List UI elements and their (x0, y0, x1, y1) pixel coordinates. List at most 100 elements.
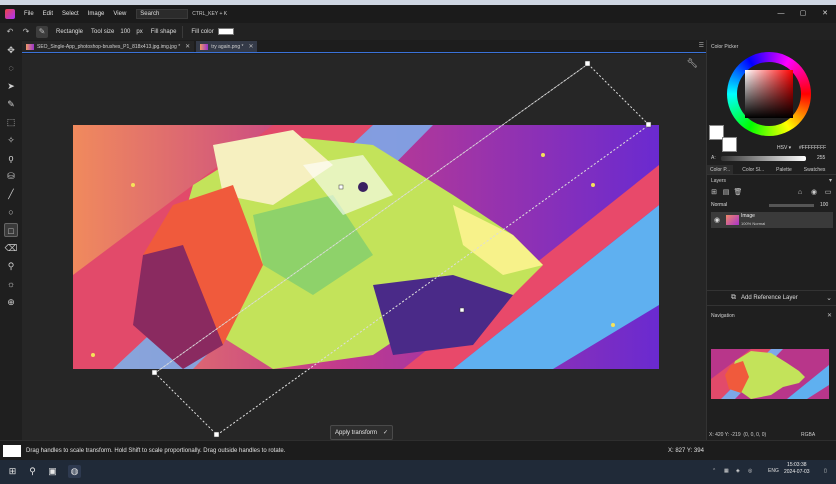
photo-app-icon[interactable]: ◍ (68, 465, 81, 478)
tray-overflow-icon[interactable]: ⌃ (712, 468, 716, 474)
rectangle-tool-icon[interactable]: □ (4, 223, 18, 237)
alpha-value[interactable]: 255 (817, 155, 825, 161)
document-tabs: SEO_Single-App_photoshop-brushes_P1_818x… (22, 40, 706, 53)
tab-color-picker[interactable]: Color P... (707, 165, 734, 174)
notification-icon[interactable]: ▯ (824, 468, 827, 474)
color-picker-title: Color Picker (711, 44, 739, 50)
tab-color-sliders[interactable]: Color Sl... (739, 165, 767, 174)
layer-thumbnail (726, 215, 739, 225)
tray-app-icon[interactable]: ◈ (736, 468, 740, 474)
navigation-preview[interactable] (711, 349, 829, 399)
close-button[interactable]: ✕ (814, 5, 836, 23)
delete-layer-icon[interactable]: 🗑︎ (733, 188, 743, 198)
add-reference-layer-button[interactable]: ⧉ Add Reference Layer ⌄ (707, 290, 836, 306)
tab-seo-image[interactable]: SEO_Single-App_photoshop-brushes_P1_818x… (22, 41, 195, 52)
blend-mode-select[interactable]: Normal (711, 202, 727, 208)
layer-name: Image (741, 213, 755, 219)
close-icon[interactable]: ✕ (248, 43, 253, 50)
menu-view[interactable]: View (113, 11, 126, 17)
file-explorer-icon[interactable]: ▣ (46, 465, 59, 478)
apply-transform-button[interactable]: Apply transform ✓ (330, 425, 394, 440)
chevron-down-icon[interactable]: ▾ (829, 177, 832, 184)
visibility-toggle-icon[interactable]: ◉ (809, 188, 819, 198)
lock-icon[interactable]: ⌂ (795, 188, 805, 198)
bucket-tool-icon[interactable]: ⛁ (4, 169, 18, 183)
chevron-down-icon[interactable]: ⌄ (826, 294, 832, 302)
zoom-tool-icon[interactable]: ⊕ (4, 295, 18, 309)
os-taskbar: ⊞ ⚲ ▣ ◍ ⌃ ▦ ◈ ◎ ENG 15:03:38 2024-07-03 … (0, 460, 836, 484)
tools-panel: ✥ ◌ ➤ ✎ ⬚ ✧ ϙ ⛁ ╱ ○ □ ⌫ ⚲ ☼ ⊕ (0, 40, 22, 440)
pencil-tool-icon[interactable]: ✎ (4, 97, 18, 111)
check-icon: ✓ (383, 430, 389, 436)
transform-handle-right[interactable] (645, 121, 652, 128)
transform-handle-mid-bottom[interactable] (459, 307, 465, 313)
menu-edit[interactable]: Edit (43, 11, 53, 17)
tray-app-icon[interactable]: ◎ (748, 468, 752, 474)
tab-swatches[interactable]: Swatches (801, 165, 829, 174)
color-panel-tabs: Color P... Color Sl... Palette Swatches (707, 165, 836, 175)
rect-select-icon[interactable]: ⬚ (4, 115, 18, 129)
transform-handle-top[interactable] (584, 60, 591, 67)
transform-handle-bottom[interactable] (213, 431, 220, 438)
language-indicator[interactable]: ENG (768, 468, 779, 474)
menu-file[interactable]: File (24, 11, 34, 17)
fill-color-swatch[interactable] (217, 28, 234, 35)
tab-try-again[interactable]: try again.png * ✕ (196, 41, 258, 52)
shape-type-label[interactable]: Rectangle (56, 29, 83, 35)
new-layer-icon[interactable]: ⊞ (709, 188, 719, 198)
layer-toolbar: ⊞ ▤ 🗑︎ ⌂ ◉ ▭ (709, 188, 836, 200)
lasso-select-icon[interactable]: ◌ (4, 61, 18, 75)
transform-handle-left[interactable] (151, 369, 158, 376)
layer-folder-icon[interactable]: ▤ (721, 188, 731, 198)
tool-size-input[interactable]: 100 (120, 29, 130, 35)
secondary-color-swatch[interactable] (722, 137, 737, 152)
navigation-title: Navigation (711, 313, 735, 319)
fill-color-label: Fill color (191, 28, 214, 35)
shape-tool-icon[interactable]: ✎ (36, 25, 48, 38)
search-icon[interactable]: ⚲ (26, 465, 39, 478)
eyedropper-icon[interactable]: ⚲ (4, 259, 18, 273)
hue-wheel[interactable] (727, 52, 811, 136)
layer-opacity-value[interactable]: 100 (820, 202, 828, 208)
cursor-position: X: 827 Y: 394 (668, 448, 704, 454)
layer-opacity-slider[interactable] (769, 204, 814, 207)
alpha-slider[interactable] (721, 156, 806, 161)
move-tool-icon[interactable]: ✥ (4, 43, 18, 57)
effects-tool-icon[interactable]: ☼ (4, 277, 18, 291)
undo-icon[interactable]: ↶ (4, 26, 16, 38)
tray-app-icon[interactable]: ▦ (724, 468, 729, 474)
line-tool-icon[interactable]: ╱ (4, 187, 18, 201)
windows-start-icon[interactable]: ⊞ (6, 465, 19, 478)
menu-select[interactable]: Select (62, 11, 79, 17)
ellipse-tool-icon[interactable]: ○ (4, 205, 18, 219)
layer-item[interactable]: ◉ Image 100% Normal (711, 212, 833, 228)
hex-input[interactable]: #FFFFFFFF (799, 145, 826, 151)
layer-mask-icon[interactable]: ▭ (823, 188, 833, 198)
eraser-tool-icon[interactable]: ⌫ (4, 241, 18, 255)
clock[interactable]: 15:03:38 2024-07-03 (784, 462, 810, 476)
freeform-lasso-icon[interactable]: ϙ (4, 151, 18, 165)
current-color-swatch[interactable] (3, 445, 21, 457)
saturation-value-square[interactable] (745, 70, 793, 118)
menu-image[interactable]: Image (88, 11, 105, 17)
redo-icon[interactable]: ↷ (20, 26, 32, 38)
fill-shape-toggle[interactable]: Fill shape (151, 29, 177, 35)
transform-overlay (151, 60, 652, 438)
close-icon[interactable]: ✕ (185, 43, 190, 50)
magic-wand-icon[interactable]: ✧ (4, 133, 18, 147)
maximize-button[interactable]: ▢ (792, 5, 814, 23)
eye-icon[interactable]: ◉ (714, 216, 720, 224)
layers-title: Layers (711, 178, 727, 184)
layer-detail: 100% Normal (741, 221, 766, 226)
tab-palette[interactable]: Palette (773, 165, 795, 174)
search-input[interactable]: Search (136, 9, 189, 19)
navigation-thumbnail (711, 349, 829, 399)
close-icon[interactable]: ✕ (827, 312, 832, 319)
transform-handle-mid-top[interactable] (338, 184, 344, 190)
pointer-tool-icon[interactable]: ➤ (4, 79, 18, 93)
color-mode-select[interactable]: HSV ▾ (777, 145, 791, 151)
minimize-button[interactable]: — (770, 5, 792, 23)
canvas-area[interactable]: 🔧︎ Apply transform ✓ (22, 54, 706, 440)
tabs-menu-icon[interactable]: ☰ (699, 42, 704, 49)
tab-thumbnail-icon (26, 43, 34, 50)
